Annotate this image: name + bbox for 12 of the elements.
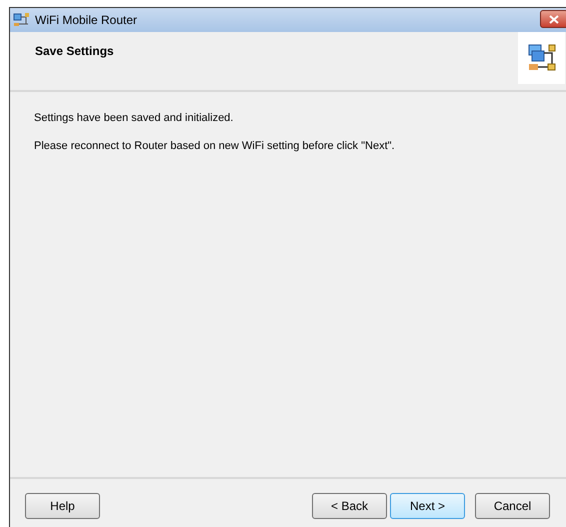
network-icon: [13, 12, 31, 28]
close-icon: [549, 14, 559, 24]
close-button[interactable]: [540, 10, 566, 28]
message-text: Settings have been saved and initialized.: [34, 112, 234, 124]
dialog-button[interactable]: Cancel: [475, 493, 550, 519]
network-icon: [526, 43, 556, 73]
page-heading: Save Settings: [35, 44, 114, 60]
message-text: Please reconnect to Router based on new WiFi setting before click "Next".: [34, 140, 396, 152]
dialog-button[interactable]: Next >: [390, 493, 465, 519]
dialog-button[interactable]: < Back: [312, 493, 387, 519]
window-title: WiFi Mobile Router: [35, 13, 138, 27]
dialog-button[interactable]: Help: [25, 493, 100, 519]
